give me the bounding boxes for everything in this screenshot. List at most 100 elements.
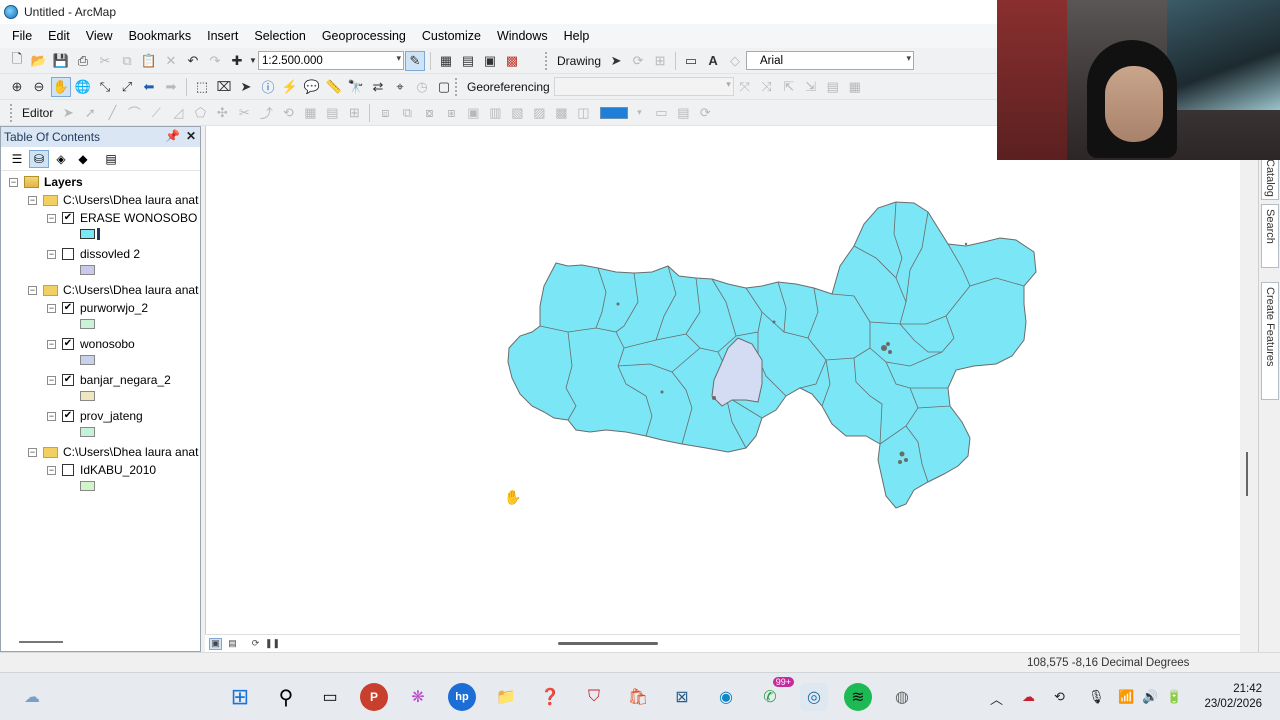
sketch-properties-icon[interactable]: ▤ bbox=[322, 103, 342, 123]
select-elements-icon[interactable]: ➤ bbox=[606, 51, 626, 71]
point-icon[interactable]: ◿ bbox=[168, 103, 188, 123]
list-by-selection-icon[interactable]: ◆ bbox=[73, 150, 93, 168]
copilot-icon[interactable]: ❋ bbox=[404, 683, 432, 711]
data-view-icon[interactable]: ▣ bbox=[209, 637, 222, 650]
shift-icon[interactable]: ⇱ bbox=[779, 77, 799, 97]
refresh-icon[interactable]: ⟳ bbox=[249, 638, 262, 650]
layout-view-icon[interactable]: ▭ bbox=[651, 103, 671, 123]
volume-icon[interactable]: 🔊 bbox=[1142, 689, 1158, 705]
edge-icon[interactable]: ◉ bbox=[712, 683, 740, 711]
layer-visibility-checkbox[interactable]: ✔ bbox=[62, 374, 74, 386]
error-inspector-icon[interactable]: ▥ bbox=[485, 103, 505, 123]
map-horizontal-scrollbar[interactable] bbox=[558, 642, 658, 645]
catalog-tab[interactable]: Catalog bbox=[1261, 154, 1279, 200]
collapse-icon[interactable]: − bbox=[47, 213, 56, 223]
data-view-icon[interactable]: ▤ bbox=[673, 103, 693, 123]
topology-icon[interactable]: ⧈ bbox=[375, 103, 395, 123]
fixed-zoom-out-icon[interactable]: ⤢ bbox=[117, 77, 137, 97]
print-icon[interactable]: ⎙ bbox=[73, 51, 93, 71]
list-by-drawing-order-icon[interactable]: ☰ bbox=[7, 150, 27, 168]
topology-edit-icon[interactable]: ⧉ bbox=[397, 103, 417, 123]
map-scale-combo[interactable]: 1:2.500.000 ▾ bbox=[258, 51, 404, 70]
collapse-icon[interactable]: − bbox=[28, 285, 37, 295]
back-extent-icon[interactable]: ⬅ bbox=[139, 77, 159, 97]
georef-layer-combo[interactable]: ▾ bbox=[553, 77, 734, 96]
menu-bookmarks[interactable]: Bookmarks bbox=[121, 29, 200, 43]
menu-geoprocessing[interactable]: Geoprocessing bbox=[314, 29, 414, 43]
rotate-icon[interactable]: ⟳ bbox=[628, 51, 648, 71]
collapse-icon[interactable]: − bbox=[47, 375, 56, 385]
map-canvas[interactable]: ✋ bbox=[206, 126, 1241, 634]
editor-menu[interactable]: Editor bbox=[22, 106, 53, 120]
georeferencing-menu[interactable]: Georeferencing bbox=[467, 80, 550, 94]
map-topology-icon[interactable]: ⧇ bbox=[419, 103, 439, 123]
menu-file[interactable]: File bbox=[4, 29, 40, 43]
search-window-icon[interactable]: ▣ bbox=[480, 51, 500, 71]
collapse-icon[interactable]: − bbox=[47, 465, 56, 475]
menu-customize[interactable]: Customize bbox=[414, 29, 489, 43]
rectangle-icon[interactable]: ▭ bbox=[681, 51, 701, 71]
search-tab[interactable]: Search bbox=[1261, 204, 1279, 268]
layer-visibility-checkbox[interactable]: ✔ bbox=[62, 338, 74, 350]
swipe-icon[interactable]: ◫ bbox=[573, 103, 593, 123]
link-table-icon[interactable]: ▤ bbox=[823, 77, 843, 97]
create-features-tab[interactable]: Create Features bbox=[1261, 282, 1279, 400]
whatsapp-icon[interactable]: ✆ 99+ bbox=[756, 677, 794, 711]
menu-edit[interactable]: Edit bbox=[40, 29, 78, 43]
layout-icon[interactable]: ▨ bbox=[529, 103, 549, 123]
find-route-icon[interactable]: ⇄ bbox=[368, 77, 388, 97]
layer-symbol-swatch[interactable] bbox=[80, 427, 95, 437]
add-data-icon[interactable]: ✚ bbox=[227, 51, 247, 71]
central-java-province-polygon[interactable] bbox=[507, 201, 1037, 509]
toolbar-grip[interactable] bbox=[455, 77, 459, 96]
select-features-icon[interactable]: ⬚ bbox=[192, 77, 212, 97]
validate-icon[interactable]: ▣ bbox=[463, 103, 483, 123]
chevron-down-icon[interactable]: ▾ bbox=[629, 103, 649, 123]
layer-symbol-swatch[interactable] bbox=[80, 229, 95, 239]
layer-color-swatch[interactable] bbox=[600, 106, 629, 119]
font-combo[interactable]: Arial ▾ bbox=[746, 51, 915, 70]
data-source-group[interactable]: − C:\Users\Dhea laura anat bbox=[28, 443, 198, 461]
end-point-arc-icon[interactable]: ⌒ bbox=[124, 103, 144, 123]
open-folder-icon[interactable]: 📂 bbox=[29, 51, 49, 71]
create-features-icon[interactable]: ⊞ bbox=[344, 103, 364, 123]
collapse-icon[interactable]: − bbox=[47, 411, 56, 421]
arcmap-taskbar-icon[interactable]: ◎ bbox=[800, 683, 828, 711]
table-icon[interactable]: ▦ bbox=[436, 51, 456, 71]
menu-view[interactable]: View bbox=[78, 29, 121, 43]
sync-icon[interactable]: ⟲ bbox=[1054, 689, 1065, 705]
reshape-icon[interactable]: ✣ bbox=[212, 103, 232, 123]
collapse-icon[interactable]: − bbox=[9, 177, 18, 187]
pan-hand-icon[interactable]: ✋ bbox=[51, 76, 71, 97]
chrome-icon[interactable]: ◍ bbox=[888, 683, 916, 711]
layer-symbol-swatch[interactable] bbox=[80, 355, 95, 365]
menu-selection[interactable]: Selection bbox=[246, 29, 313, 43]
effects-icon[interactable]: ▩ bbox=[551, 103, 571, 123]
cut-polygons-icon[interactable]: ✂ bbox=[234, 103, 254, 123]
edit-tool-icon[interactable]: ➤ bbox=[58, 103, 78, 123]
undo-icon[interactable]: ↶ bbox=[183, 51, 203, 71]
weather-widget-icon[interactable]: ☁ bbox=[18, 683, 46, 711]
collapse-icon[interactable]: − bbox=[47, 249, 56, 259]
time-slider-icon[interactable]: ◷ bbox=[412, 77, 432, 97]
list-by-visibility-icon[interactable]: ◈ bbox=[51, 150, 71, 168]
file-explorer-icon[interactable]: 📁 bbox=[492, 683, 520, 711]
collapse-icon[interactable]: − bbox=[28, 195, 37, 205]
microphone-icon[interactable]: 🎙 bbox=[1088, 689, 1105, 705]
layer-row-idkabu-2010[interactable]: − IdKABU_2010 bbox=[47, 461, 156, 479]
onedrive-icon[interactable]: ☁ bbox=[1022, 689, 1035, 705]
pin-icon[interactable]: 📌 bbox=[165, 129, 180, 143]
go-to-xy-icon[interactable]: ⌖ bbox=[390, 77, 410, 97]
copy-icon[interactable]: ⧉ bbox=[117, 51, 137, 71]
catalog-icon[interactable]: ▤ bbox=[458, 51, 478, 71]
map-vertical-scrollbar[interactable] bbox=[1246, 452, 1248, 496]
collapse-icon[interactable]: − bbox=[47, 339, 56, 349]
save-icon[interactable]: 💾 bbox=[51, 51, 71, 71]
full-extent-icon[interactable]: 🌐 bbox=[73, 77, 93, 97]
layer-symbol-swatch[interactable] bbox=[80, 481, 95, 491]
text-icon[interactable]: A bbox=[703, 51, 723, 71]
editor-toolbar-icon[interactable]: ✎ bbox=[405, 50, 425, 71]
find-icon[interactable]: 🔭 bbox=[346, 77, 366, 97]
menu-insert[interactable]: Insert bbox=[199, 29, 246, 43]
powerpoint-icon[interactable]: P bbox=[360, 683, 388, 711]
